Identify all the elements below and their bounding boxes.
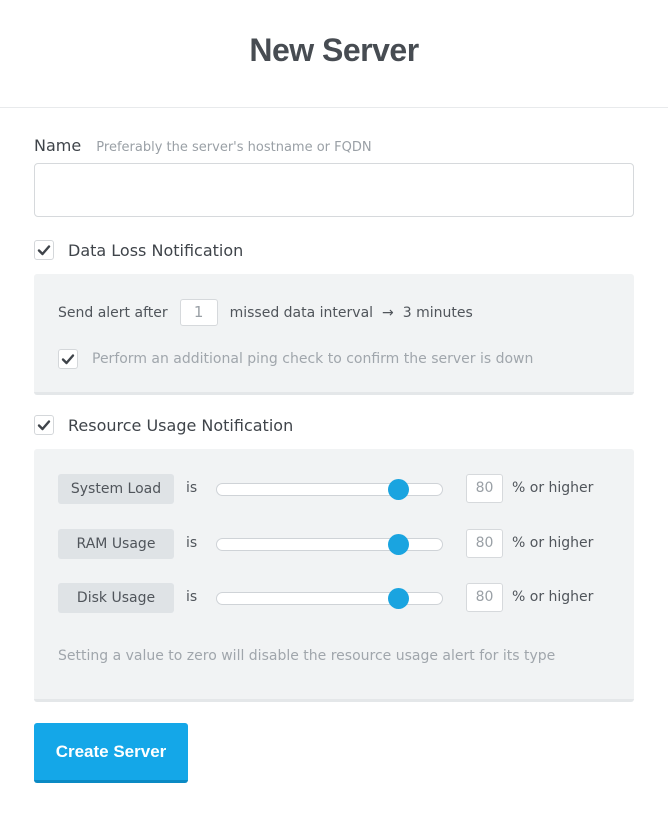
resource-usage-hint: Setting a value to zero will disable the… <box>58 648 556 664</box>
slider-track[interactable] <box>216 538 443 551</box>
check-icon <box>37 245 51 256</box>
data-loss-checkbox[interactable] <box>34 240 54 260</box>
name-label: Name <box>34 136 82 155</box>
threshold-input[interactable]: 80 <box>466 529 503 558</box>
resource-usage-label: Resource Usage Notification <box>68 415 294 435</box>
is-text: is <box>186 535 198 551</box>
name-label-row: Name Preferably the server's hostname or… <box>34 136 372 155</box>
is-text: is <box>186 480 198 496</box>
create-server-button[interactable]: Create Server <box>34 723 188 783</box>
slider-thumb[interactable] <box>387 479 409 500</box>
data-loss-panel: Send alert after 1 missed data interval … <box>34 274 634 395</box>
name-hint: Preferably the server's hostname or FQDN <box>96 140 372 155</box>
is-text: is <box>186 589 198 605</box>
resource-badge: System Load <box>58 474 174 504</box>
alert-duration: 3 minutes <box>402 304 473 321</box>
slider-track[interactable] <box>216 483 443 496</box>
threshold-suffix: % or higher <box>512 535 594 551</box>
ping-check-label: Perform an additional ping check to conf… <box>92 351 534 367</box>
check-icon <box>37 420 51 431</box>
send-alert-suffix: missed data interval <box>229 304 374 321</box>
name-input[interactable] <box>34 163 634 217</box>
resource-badge: RAM Usage <box>58 529 174 559</box>
resource-row-disk-usage: Disk Usage is 80 % or higher <box>58 583 618 613</box>
threshold-suffix: % or higher <box>512 589 594 605</box>
send-alert-row: Send alert after 1 missed data interval … <box>58 299 473 326</box>
ping-check-checkbox[interactable] <box>58 349 78 369</box>
arrow-right-icon: → <box>382 304 394 321</box>
threshold-input[interactable]: 80 <box>466 583 503 612</box>
page-title: New Server <box>249 32 419 68</box>
data-loss-label: Data Loss Notification <box>68 240 244 260</box>
resource-row-ram-usage: RAM Usage is 80 % or higher <box>58 529 618 559</box>
threshold-suffix: % or higher <box>512 480 594 496</box>
resource-row-system-load: System Load is 80 % or higher <box>58 474 618 504</box>
data-loss-checkbox-row[interactable]: Data Loss Notification <box>34 240 243 260</box>
threshold-input[interactable]: 80 <box>466 474 503 503</box>
resource-badge: Disk Usage <box>58 583 174 613</box>
slider-thumb[interactable] <box>387 588 409 609</box>
slider-thumb[interactable] <box>387 534 409 555</box>
page-header: New Server <box>0 0 668 108</box>
resource-usage-checkbox[interactable] <box>34 415 54 435</box>
resource-usage-checkbox-row[interactable]: Resource Usage Notification <box>34 415 293 435</box>
slider-track[interactable] <box>216 592 443 605</box>
check-icon <box>61 354 75 365</box>
ping-check-row[interactable]: Perform an additional ping check to conf… <box>58 349 533 369</box>
missed-interval-input[interactable]: 1 <box>179 299 218 326</box>
send-alert-prefix: Send alert after <box>58 304 168 321</box>
resource-usage-panel: System Load is 80 % or higher RAM Usage … <box>34 449 634 702</box>
